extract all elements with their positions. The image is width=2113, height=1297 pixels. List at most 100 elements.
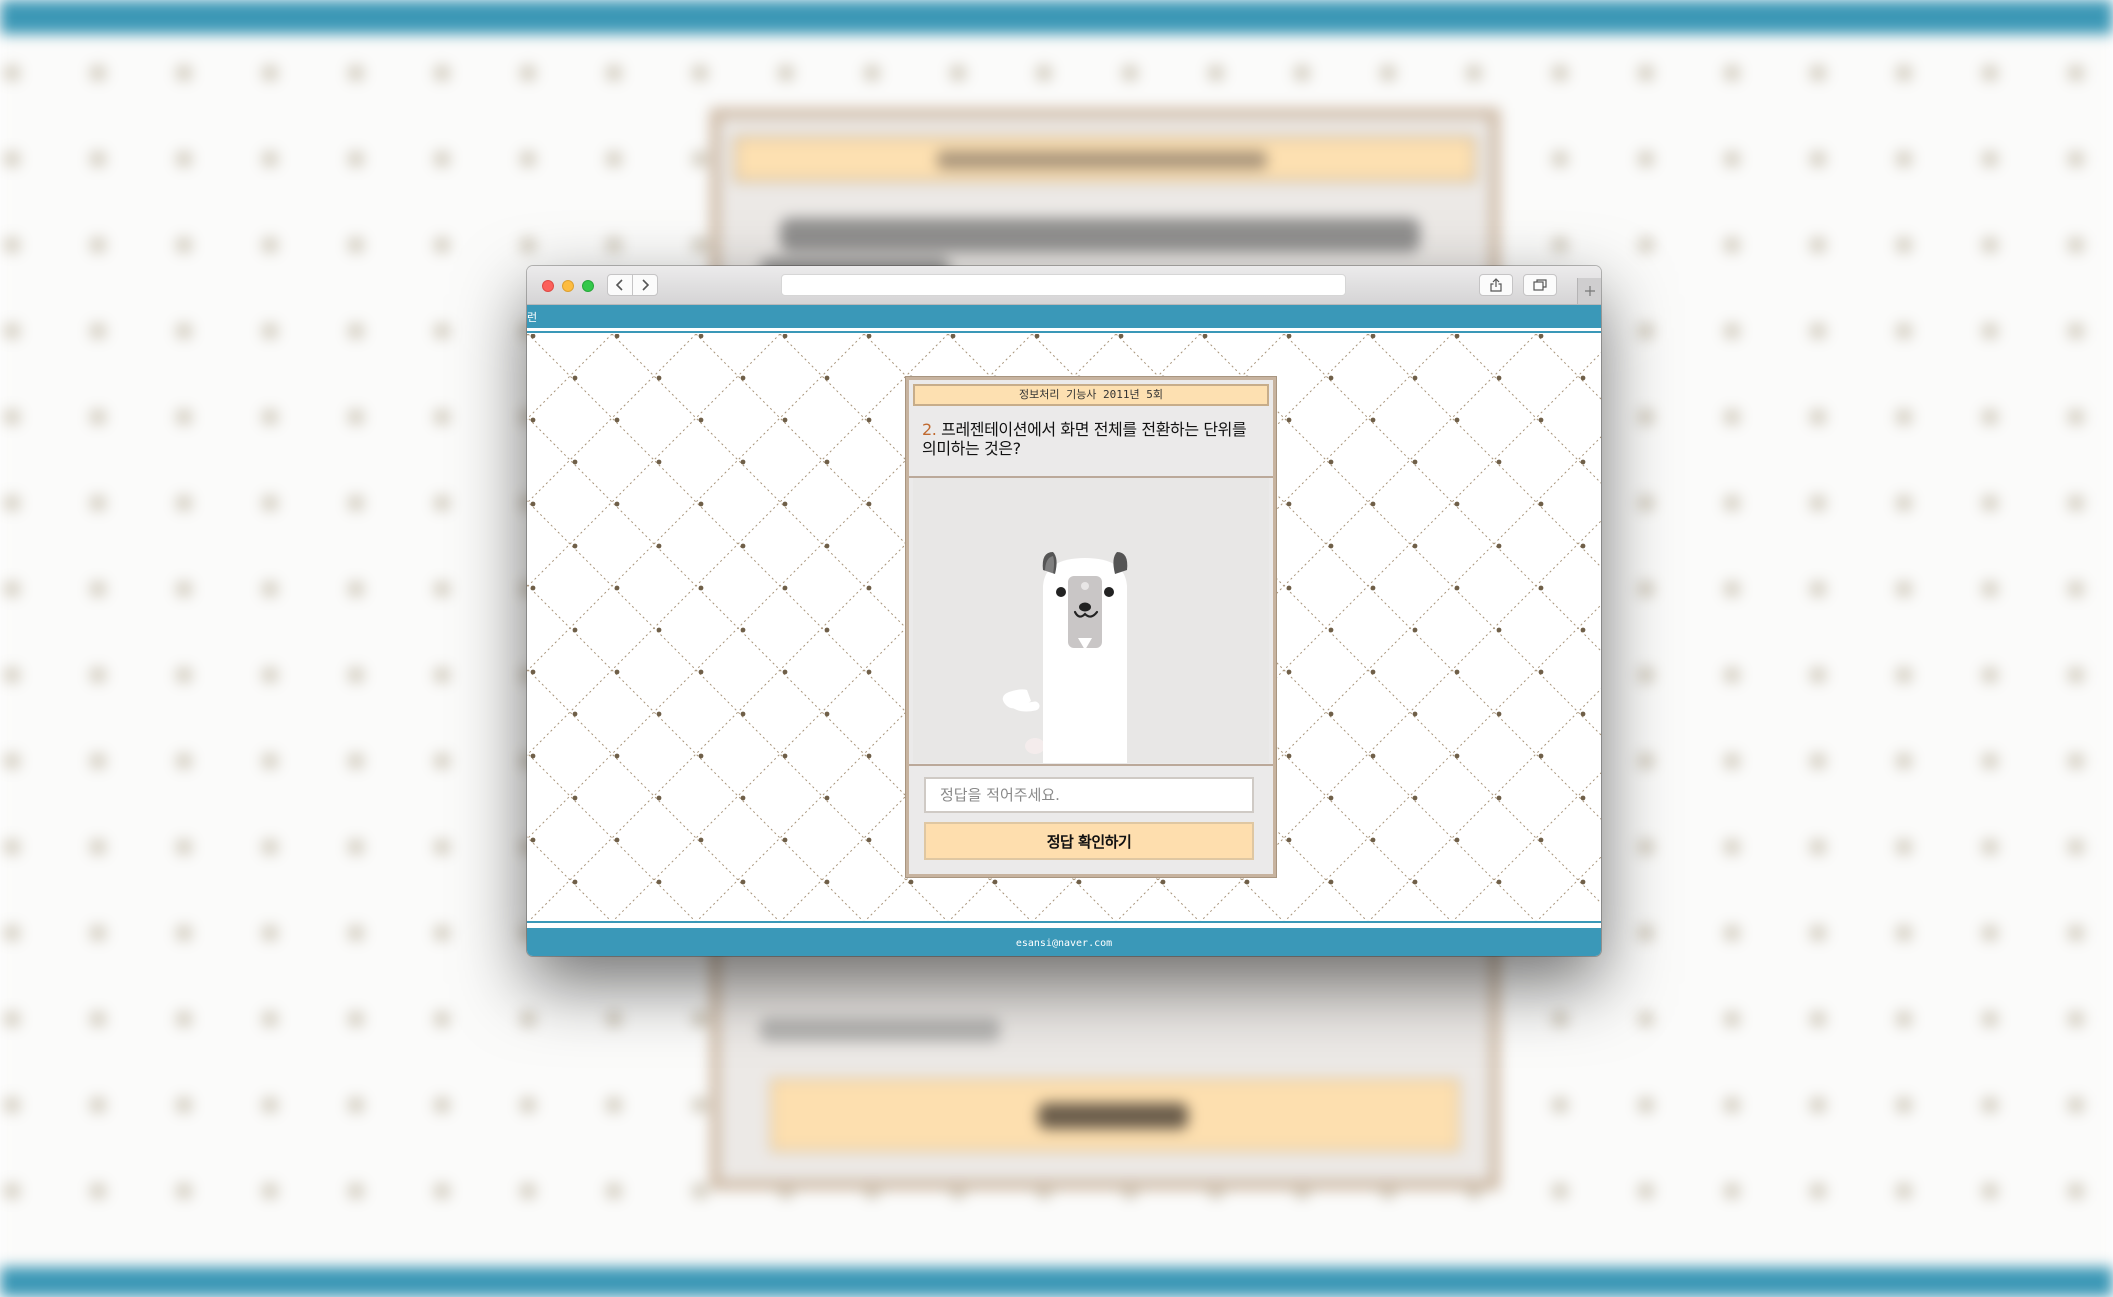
pattern-dot <box>866 753 872 759</box>
pattern-dot <box>1454 334 1460 339</box>
pattern-dot <box>530 837 536 843</box>
pattern-dot <box>614 417 620 423</box>
answer-input[interactable] <box>924 777 1254 813</box>
question-body: 프레젠테이션에서 화면 전체를 전환하는 단위를 의미하는 것은? <box>922 420 1247 458</box>
pattern-dot <box>1454 837 1460 843</box>
pattern-dot <box>1580 711 1586 717</box>
pattern-dot <box>1118 334 1124 339</box>
pattern-dot <box>866 334 872 339</box>
pattern-dot <box>698 837 704 843</box>
page-content: 정보처리 기능사 2011년 5회 2. 프레젠테이션에서 화면 전체를 전환하… <box>527 334 1601 921</box>
share-button[interactable] <box>1479 274 1513 296</box>
pattern-dot <box>614 501 620 507</box>
pattern-dot <box>1328 879 1334 885</box>
tabs-overview-icon <box>1533 279 1547 291</box>
pattern-line <box>527 836 612 921</box>
address-bar[interactable] <box>781 274 1346 296</box>
share-icon <box>1490 278 1502 292</box>
pattern-dot <box>866 417 872 423</box>
pattern-dot <box>614 753 620 759</box>
pattern-dot <box>1286 837 1292 843</box>
pattern-dot <box>1370 753 1376 759</box>
pattern-dot <box>1538 501 1544 507</box>
site-title[interactable]: 런 <box>527 309 537 325</box>
pattern-line <box>527 334 529 336</box>
pattern-dot <box>782 334 788 339</box>
pattern-dot <box>1412 879 1418 885</box>
pattern-dot <box>866 585 872 591</box>
pattern-dot <box>1454 669 1460 675</box>
pattern-dot <box>656 795 662 801</box>
backdrop-question-line <box>780 218 1420 252</box>
pattern-dot <box>1538 837 1544 843</box>
pattern-dot <box>1286 669 1292 675</box>
pattern-dot <box>698 501 704 507</box>
close-window-button[interactable] <box>542 280 554 292</box>
pattern-dot <box>614 585 620 591</box>
pattern-dot <box>824 543 830 549</box>
pattern-dot <box>1370 585 1376 591</box>
pattern-dot <box>698 334 704 339</box>
pattern-dot <box>1286 753 1292 759</box>
check-answer-button[interactable]: 정답 확인하기 <box>924 822 1254 860</box>
pattern-dot <box>1328 627 1334 633</box>
backdrop-footer-bar <box>0 1267 2113 1297</box>
pattern-dot <box>1370 334 1376 339</box>
pattern-line <box>1535 334 1601 400</box>
pattern-dot <box>824 459 830 465</box>
pattern-dot <box>782 501 788 507</box>
pattern-dot <box>1328 711 1334 717</box>
zoom-window-button[interactable] <box>582 280 594 292</box>
pattern-line <box>1283 334 1601 652</box>
pattern-dot <box>1412 711 1418 717</box>
tabs-overview-button[interactable] <box>1523 274 1557 296</box>
pattern-dot <box>1454 417 1460 423</box>
browser-toolbar <box>527 266 1601 305</box>
pattern-dot <box>950 334 956 339</box>
chevron-right-icon <box>642 279 650 291</box>
pattern-dot <box>1496 459 1502 465</box>
minimize-window-button[interactable] <box>562 280 574 292</box>
pattern-dot <box>740 375 746 381</box>
pattern-dot <box>1580 795 1586 801</box>
pattern-line <box>527 334 697 504</box>
pattern-dot <box>866 837 872 843</box>
pattern-dot <box>1412 543 1418 549</box>
pattern-dot <box>1286 501 1292 507</box>
pattern-dot <box>740 543 746 549</box>
pattern-line <box>1367 334 1601 568</box>
forward-button[interactable] <box>632 274 658 296</box>
backdrop-header-bar <box>0 0 2113 34</box>
pattern-dot <box>1286 585 1292 591</box>
pattern-dot <box>656 627 662 633</box>
pattern-dot <box>824 879 830 885</box>
pattern-dot <box>782 837 788 843</box>
pattern-dot <box>1496 543 1502 549</box>
pattern-dot <box>1496 711 1502 717</box>
pattern-line <box>527 334 865 672</box>
pattern-dot <box>740 711 746 717</box>
pattern-dot <box>1286 334 1292 339</box>
contact-email[interactable]: esansi@naver.com <box>527 938 1601 949</box>
new-tab-button[interactable] <box>1577 278 1601 304</box>
pattern-dot <box>1454 585 1460 591</box>
pattern-dot <box>1538 669 1544 675</box>
pattern-dot <box>530 417 536 423</box>
divider <box>909 764 1273 766</box>
pattern-dot <box>614 669 620 675</box>
pattern-dot <box>572 543 578 549</box>
pattern-dot <box>656 879 662 885</box>
pattern-dot <box>698 669 704 675</box>
pattern-dot <box>656 711 662 717</box>
chevron-left-icon <box>615 279 623 291</box>
pattern-dot <box>1370 501 1376 507</box>
back-button[interactable] <box>607 274 633 296</box>
pattern-dot <box>1160 879 1166 885</box>
pattern-line <box>1536 856 1601 921</box>
pattern-dot <box>992 879 998 885</box>
pattern-dot <box>572 879 578 885</box>
backdrop-submit-button <box>770 1078 1460 1152</box>
pattern-dot <box>1328 543 1334 549</box>
white-dog-illustration <box>1002 552 1128 763</box>
quiz-card: 정보처리 기능사 2011년 5회 2. 프레젠테이션에서 화면 전체를 전환하… <box>906 377 1276 877</box>
